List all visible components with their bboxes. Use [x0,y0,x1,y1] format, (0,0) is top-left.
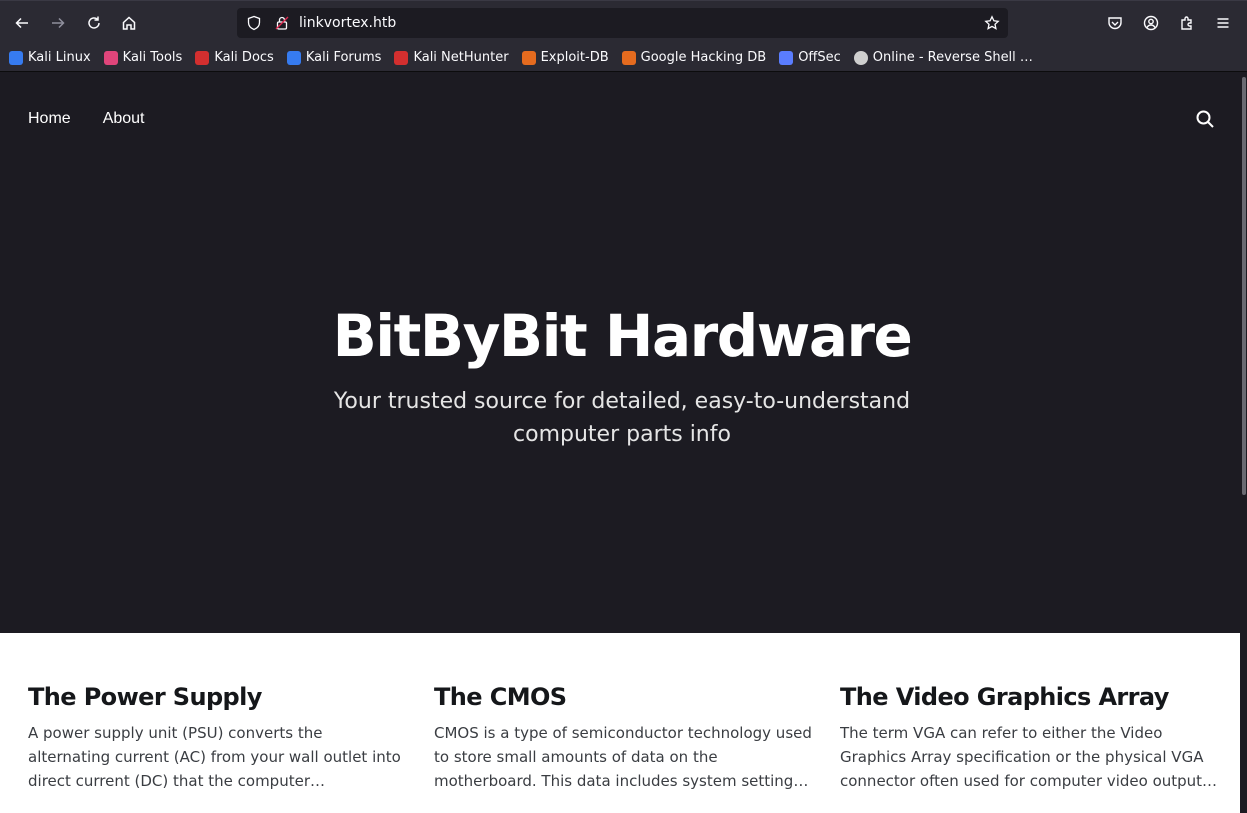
post-card[interactable]: The Video Graphics Array The term VGA ca… [840,681,1218,793]
bookmark-kali-nethunter[interactable]: Kali NetHunter [394,46,514,70]
bookmark-offsec[interactable]: OffSec [779,46,847,70]
menu-hamburger-icon[interactable] [1209,9,1237,37]
kali-docs-icon [195,50,210,65]
search-icon[interactable] [1195,109,1215,129]
bookmarks-toolbar: Kali Linux Kali Tools Kali Docs Kali For… [0,44,1247,72]
scrollbar-thumb[interactable] [1242,77,1246,495]
post-excerpt: The term VGA can refer to either the Vid… [840,724,1207,790]
pocket-icon[interactable] [1101,9,1129,37]
site-nav: Home About [28,108,145,130]
bookmark-label: Kali Linux [28,50,91,65]
browser-toolbar: linkvortex.htb [0,0,1247,45]
post-card[interactable]: The CMOS CMOS is a type of semiconductor… [434,681,812,793]
page-viewport: Home About BitByBit Hardware Your truste… [0,73,1240,813]
bookmark-reverse-shell[interactable]: Online - Reverse Shell … [853,46,1039,70]
kali-nethunter-icon [394,50,409,65]
post-feed: The Power Supply A power supply unit (PS… [0,633,1240,813]
exploit-db-icon [521,50,536,65]
bookmark-label: Google Hacking DB [640,50,767,65]
site-description: Your trusted source for detailed, easy-t… [333,389,911,447]
bookmark-star-icon[interactable] [984,15,1000,31]
nav-about-link[interactable]: About [103,108,145,130]
bookmark-exploit-db[interactable]: Exploit-DB [521,46,615,70]
bookmark-label: Kali Tools [122,50,183,65]
post-title[interactable]: The Power Supply [28,681,406,713]
offsec-icon [779,50,794,65]
site-title: BitByBit Hardware [332,302,913,370]
bookmark-kali-forums[interactable]: Kali Forums [286,46,388,70]
back-arrow-icon[interactable] [8,9,36,37]
post-card[interactable]: The Power Supply A power supply unit (PS… [28,681,406,793]
ghdb-icon [621,50,636,65]
url-text[interactable]: linkvortex.htb [299,8,396,38]
bookmark-kali-tools[interactable]: Kali Tools [103,46,189,70]
shield-icon[interactable] [246,15,262,31]
page-scrollbar[interactable] [1241,73,1247,813]
bookmark-label: Kali Docs [214,50,274,65]
forward-arrow-icon[interactable] [44,9,72,37]
url-bar[interactable]: linkvortex.htb [237,8,1008,38]
post-excerpt: CMOS is a type of semiconductor technolo… [434,724,812,790]
post-excerpt: A power supply unit (PSU) converts the a… [28,724,401,790]
bookmark-label: Online - Reverse Shell … [872,50,1033,65]
home-icon[interactable] [115,9,143,37]
bookmark-kali-linux[interactable]: Kali Linux [9,46,97,70]
post-title[interactable]: The Video Graphics Array [840,681,1218,713]
site-header: Home About BitByBit Hardware Your truste… [0,73,1240,633]
bookmark-label: OffSec [798,50,841,65]
kali-tools-icon [103,50,118,65]
bookmark-label: Exploit-DB [540,50,609,65]
kali-dragon-icon [9,50,23,65]
nav-home-link[interactable]: Home [28,108,71,130]
bookmark-label: Kali Forums [305,50,382,65]
bookmark-label: Kali NetHunter [413,50,509,65]
bookmark-google-hacking-db[interactable]: Google Hacking DB [621,46,773,70]
skull-icon [853,50,868,65]
insecure-lock-icon[interactable] [274,15,290,31]
post-title[interactable]: The CMOS [434,681,812,713]
extensions-icon[interactable] [1173,9,1201,37]
account-icon[interactable] [1137,9,1165,37]
reload-icon[interactable] [80,9,108,37]
bookmark-kali-docs[interactable]: Kali Docs [195,46,280,70]
kali-forums-icon [286,50,301,65]
